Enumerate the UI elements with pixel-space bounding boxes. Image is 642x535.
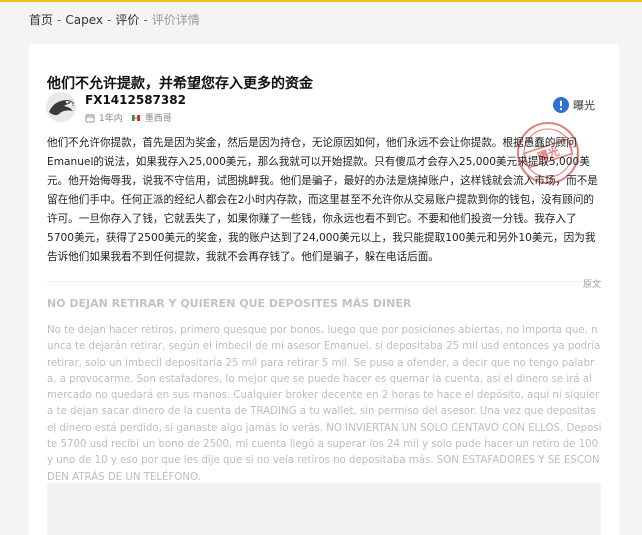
section-divider	[47, 281, 603, 282]
author-avatar[interactable]	[46, 92, 76, 122]
attachment-image-placeholder[interactable]	[47, 483, 601, 535]
original-title: NO DEJAN RETIRAR Y QUIEREN QUE DEPOSITES…	[47, 297, 412, 310]
original-text-label: 原文	[583, 280, 602, 290]
breadcrumb-separator: -	[106, 12, 112, 27]
flag-icon	[131, 114, 140, 121]
breadcrumb: 首页 - Capex - 评价 - 评价详情	[29, 11, 200, 28]
breadcrumb-separator: -	[143, 12, 148, 27]
clock-icon	[85, 113, 95, 122]
expose-icon	[553, 97, 569, 113]
breadcrumb-home[interactable]: 首页	[29, 11, 53, 28]
breadcrumb-separator: -	[57, 12, 62, 27]
breadcrumb-reviews[interactable]: 评价	[115, 11, 139, 28]
breadcrumb-broker[interactable]: Capex	[65, 13, 103, 27]
review-body-translated: 他们不允许你提款，首先是因为奖金，然后是因为持仓，无论原因如何，他们永远不会让你…	[47, 137, 598, 263]
top-accent-line	[0, 0, 642, 2]
breadcrumb-current: 评价详情	[151, 13, 200, 27]
eagle-avatar	[46, 92, 76, 122]
expose-badge[interactable]: 曝光	[553, 97, 595, 113]
author-meta: 1年内 墨西哥	[85, 111, 172, 124]
review-body-original: No te dejan hacer retiros, primero quesq…	[47, 325, 602, 483]
author-name[interactable]: FX1412587382	[85, 93, 186, 107]
expose-label: 曝光	[573, 99, 595, 112]
author-country: 墨西哥	[144, 114, 172, 124]
review-card: 他们不允许提款，并希望您存入更多的资金 FX1412587382 1年内 墨西哥	[29, 44, 619, 535]
review-title: 他们不允许提款，并希望您存入更多的资金	[47, 76, 313, 93]
review-age: 1年内	[99, 114, 123, 124]
